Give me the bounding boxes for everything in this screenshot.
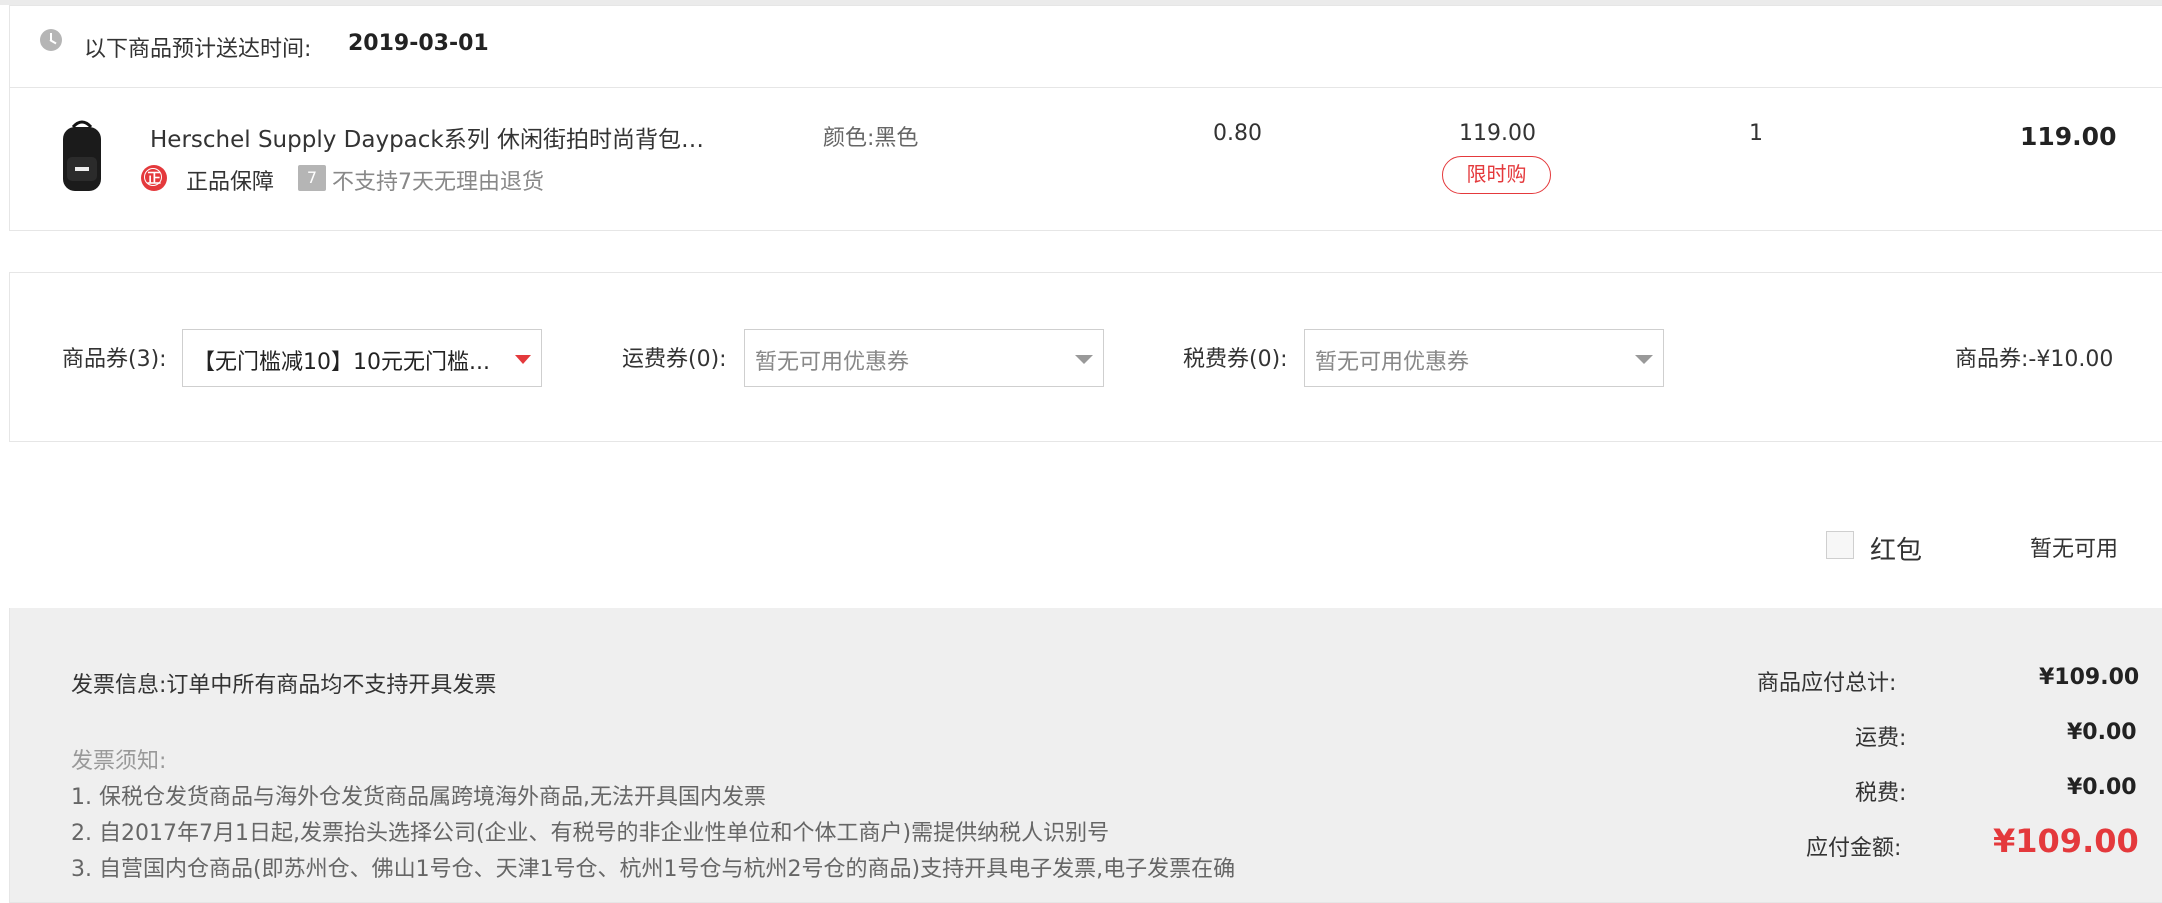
limited-time-tag: 限时购 [1442,156,1551,194]
delivery-header [10,6,2162,88]
unit-price: 119.00 [1459,121,1536,146]
tax-coupon-label: 税费券(0): [1183,347,1288,372]
chevron-down-icon [1075,355,1093,364]
invoice-note: 2. 自2017年7月1日起,发票抬头选择公司(企业、有税号的非企业性单位和个体… [71,821,1110,846]
red-packet-status: 暂无可用 [2030,537,2119,562]
payable-value: ¥109.00 [1993,822,2139,860]
invoice-notice-title: 发票须知: [71,749,167,774]
coupon-discount-summary: 商品券:-¥10.00 [1955,347,2114,372]
payable-label: 应付金额: [1806,836,1902,861]
tax-fee-label: 税费: [1855,781,1907,806]
shipping-coupon-select[interactable]: 暂无可用优惠券 [744,329,1104,387]
chevron-down-icon [1635,355,1653,364]
tax-fee-value: ¥0.00 [2067,775,2137,800]
authentic-badge-icon: 正 [141,165,167,191]
authentic-label: 正品保障 [186,170,275,195]
invoice-note: 3. 自营国内仓商品(即苏州仓、佛山1号仓、天津1号仓、杭州1号仓与杭州2号仓的… [71,857,1236,882]
shipping-coupon-placeholder: 暂无可用优惠券 [755,350,910,375]
delivery-date: 2019-03-01 [348,31,489,56]
shipping-coupon-label: 运费券(0): [622,347,727,372]
goods-coupon-label: 商品券(3): [62,347,167,372]
tax-coupon-select[interactable]: 暂无可用优惠券 [1304,329,1664,387]
invoice-note: 1. 保税仓发货商品与海外仓发货商品属跨境海外商品,无法开具国内发票 [71,785,766,810]
invoice-info: 发票信息:订单中所有商品均不支持开具发票 [71,673,497,698]
red-packet-label: 红包 [1870,536,1923,566]
shipping-fee-value: ¥0.00 [2067,720,2137,745]
line-subtotal: 119.00 [2020,122,2117,151]
quantity: 1 [1749,121,1763,146]
goods-total-value: ¥109.00 [2039,665,2140,690]
goods-coupon-value: 【无门槛减10】10元无门槛... [193,350,490,375]
chevron-down-icon [515,355,531,364]
goods-coupon-select[interactable]: 【无门槛减10】10元无门槛... [182,329,542,387]
clock-icon [40,29,62,51]
no-return-label: 不支持7天无理由退货 [332,170,544,195]
backpack-icon[interactable] [61,117,103,193]
delivery-label: 以下商品预计送达时间: [84,37,312,62]
product-name-link[interactable]: Herschel Supply Daypack系列 休闲街拍时尚背包… [150,120,704,154]
no-return-badge-icon: 7 [298,165,326,191]
tax-coupon-placeholder: 暂无可用优惠券 [1315,350,1470,375]
shipping-fee-label: 运费: [1855,726,1907,751]
red-packet-checkbox[interactable] [1826,531,1854,559]
tax-rate: 0.80 [1213,121,1262,146]
goods-total-label: 商品应付总计: [1757,671,1897,696]
product-attr: 颜色:黑色 [823,126,919,151]
delivery-panel [9,5,2162,231]
